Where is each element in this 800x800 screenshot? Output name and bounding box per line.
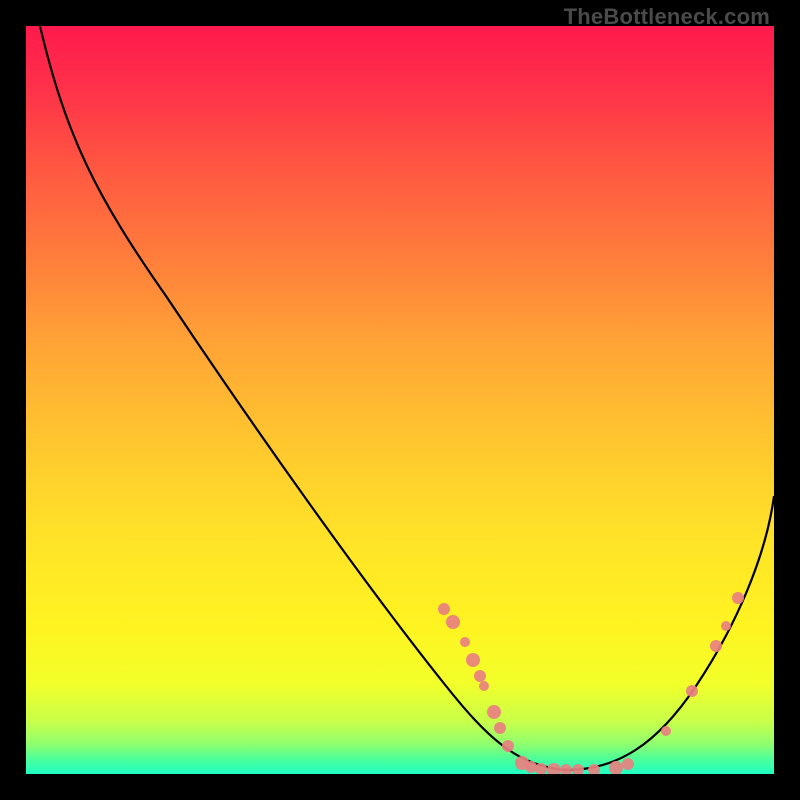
- data-marker: [732, 592, 744, 604]
- data-marker: [721, 621, 731, 631]
- data-marker: [572, 764, 584, 774]
- data-marker: [710, 640, 722, 652]
- data-marker: [622, 758, 634, 770]
- data-marker: [479, 681, 489, 691]
- chart-svg: [26, 26, 774, 774]
- data-marker: [474, 670, 486, 682]
- data-marker: [438, 603, 450, 615]
- data-marker: [547, 763, 561, 774]
- data-marker: [494, 722, 506, 734]
- bottleneck-curve: [40, 26, 774, 770]
- data-marker: [487, 705, 501, 719]
- chart-frame: [26, 26, 774, 774]
- data-marker: [661, 726, 671, 736]
- data-marker: [466, 653, 480, 667]
- data-marker: [525, 761, 537, 773]
- data-marker: [446, 615, 460, 629]
- data-marker: [686, 685, 698, 697]
- data-marker: [460, 637, 470, 647]
- data-marker: [502, 740, 514, 752]
- data-marker: [560, 764, 572, 774]
